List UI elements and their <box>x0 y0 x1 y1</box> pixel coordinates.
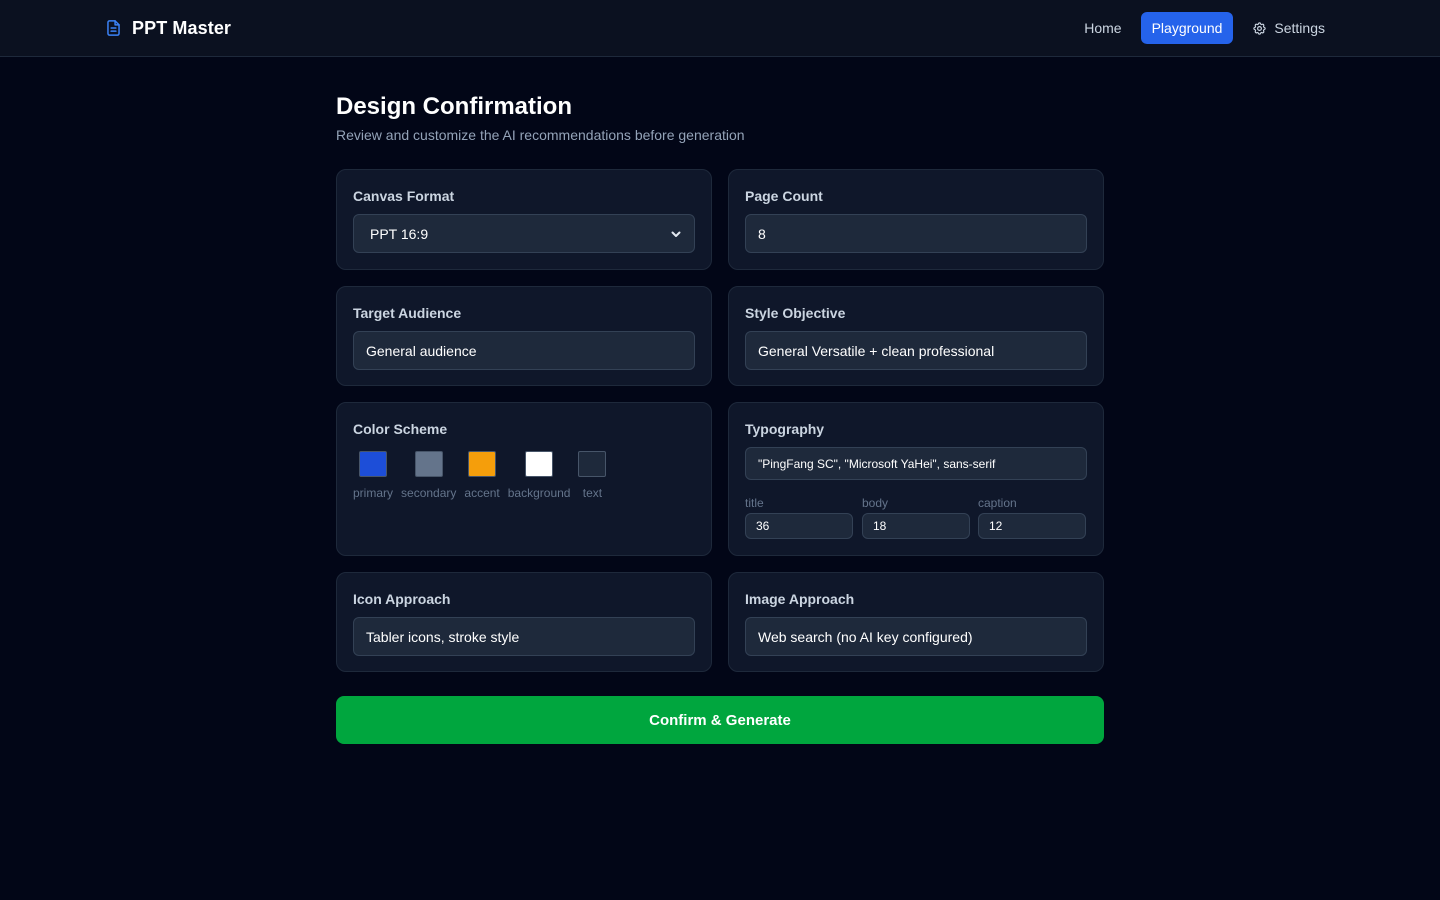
nav-playground-label: Playground <box>1151 20 1223 36</box>
page-count-value: 8 <box>758 225 766 242</box>
page-count-input[interactable]: 8 <box>745 214 1087 253</box>
image-approach-value: Web search (no AI key configured) <box>758 628 973 645</box>
caption-size-input[interactable]: 12 <box>978 513 1086 539</box>
style-objective-value: General Versatile + clean professional <box>758 342 995 359</box>
confirm-generate-label: Confirm & Generate <box>649 711 791 729</box>
title-size-input[interactable]: 36 <box>745 513 853 539</box>
font-family-input[interactable]: "PingFang SC", "Microsoft YaHei", sans-s… <box>745 447 1087 480</box>
page-count-label: Page Count <box>745 188 823 204</box>
body-size-input[interactable]: 18 <box>862 513 970 539</box>
style-objective-label: Style Objective <box>745 305 846 321</box>
body-size-label: body <box>862 496 889 510</box>
swatch-text[interactable]: text <box>578 451 607 500</box>
swatch-accent-label: accent <box>464 486 500 500</box>
icon-approach-input[interactable]: Tabler icons, stroke style <box>353 617 695 656</box>
caption-size-value: 12 <box>989 519 1003 533</box>
typography-card: Typography "PingFang SC", "Microsoft YaH… <box>728 402 1104 556</box>
canvas-format-label: Canvas Format <box>353 188 455 204</box>
image-approach-input[interactable]: Web search (no AI key configured) <box>745 617 1087 656</box>
image-approach-label: Image Approach <box>745 591 855 607</box>
page-subtitle: Review and customize the AI recommendati… <box>336 127 745 143</box>
canvas-format-value: PPT 16:9 <box>370 225 429 242</box>
chevron-down-icon <box>671 231 681 237</box>
file-text-icon <box>107 20 120 36</box>
swatch-background[interactable]: background <box>507 451 571 500</box>
gear-icon <box>1253 21 1267 35</box>
top-navigation-bar: PPT Master Home Playground Settings <box>0 0 1440 57</box>
confirm-generate-button[interactable]: Confirm & Generate <box>336 696 1104 744</box>
target-audience-label: Target Audience <box>353 305 462 321</box>
swatch-accent[interactable]: accent <box>464 451 500 500</box>
nav-home[interactable]: Home <box>1073 12 1132 44</box>
body-size-value: 18 <box>873 519 887 533</box>
swatch-background-label: background <box>507 486 571 500</box>
style-objective-card: Style Objective General Versatile + clea… <box>728 286 1104 386</box>
title-size-value: 36 <box>756 519 770 533</box>
app-name: PPT Master <box>132 17 232 38</box>
typography-label: Typography <box>745 421 825 437</box>
target-audience-input[interactable]: General audience <box>353 331 695 370</box>
caption-size-label: caption <box>978 496 1017 510</box>
page-title: Design Confirmation <box>336 93 573 120</box>
icon-approach-label: Icon Approach <box>353 591 451 607</box>
icon-approach-card: Icon Approach Tabler icons, stroke style <box>336 572 712 672</box>
color-swatches: primary secondary accent background text <box>353 451 607 500</box>
image-approach-card: Image Approach Web search (no AI key con… <box>728 572 1104 672</box>
swatch-text-color[interactable] <box>578 451 607 477</box>
main-nav: Home Playground Settings <box>1073 12 1336 44</box>
swatch-secondary-color[interactable] <box>414 451 443 477</box>
page-count-card: Page Count 8 <box>728 169 1104 270</box>
canvas-format-card: Canvas Format PPT 16:9 <box>336 169 712 270</box>
nav-playground[interactable]: Playground <box>1140 12 1234 44</box>
nav-settings[interactable]: Settings <box>1241 12 1336 44</box>
target-audience-value: General audience <box>366 342 477 359</box>
swatch-accent-color[interactable] <box>468 451 497 477</box>
color-scheme-label: Color Scheme <box>353 421 448 437</box>
icon-approach-value: Tabler icons, stroke style <box>366 628 520 645</box>
swatch-primary-color[interactable] <box>359 451 387 477</box>
swatch-primary-label: primary <box>353 486 394 500</box>
swatch-secondary-label: secondary <box>401 486 457 500</box>
style-objective-input[interactable]: General Versatile + clean professional <box>745 331 1087 370</box>
swatch-primary[interactable]: primary <box>353 451 393 500</box>
color-scheme-card: Color Scheme primary secondary accent ba… <box>336 402 712 556</box>
title-size-group: title 36 <box>745 496 853 539</box>
swatch-background-color[interactable] <box>525 451 554 477</box>
brand[interactable]: PPT Master <box>104 16 231 40</box>
nav-home-label: Home <box>1084 20 1122 36</box>
swatch-text-label: text <box>582 486 603 500</box>
canvas-format-select[interactable]: PPT 16:9 <box>353 214 695 253</box>
font-family-value: "PingFang SC", "Microsoft YaHei", sans-s… <box>758 456 996 471</box>
title-size-label: title <box>745 496 764 510</box>
target-audience-card: Target Audience General audience <box>336 286 712 386</box>
body-size-group: body 18 <box>862 496 970 539</box>
caption-size-group: caption 12 <box>978 496 1086 539</box>
swatch-secondary[interactable]: secondary <box>401 451 456 500</box>
nav-settings-label: Settings <box>1274 20 1325 36</box>
